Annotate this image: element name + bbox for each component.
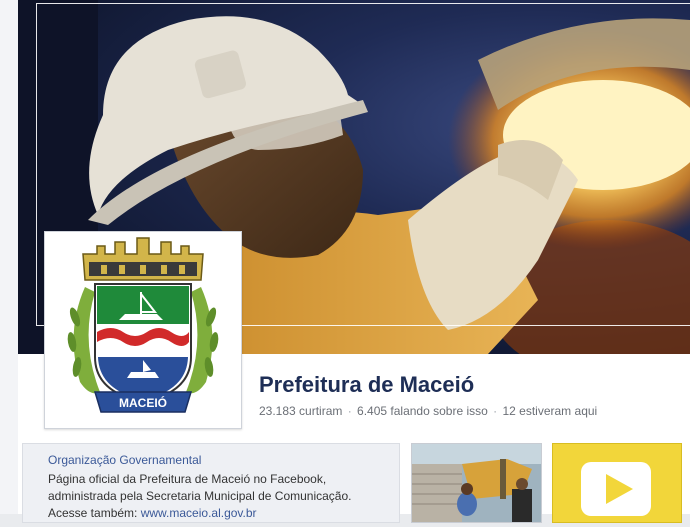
photos-preview-image xyxy=(412,444,541,522)
page-stats: 23.183 curtiram · 6.405 falando sobre is… xyxy=(259,404,597,418)
page-title[interactable]: Prefeitura de Maceió xyxy=(259,372,474,398)
page-description: Página oficial da Prefeitura de Maceió n… xyxy=(48,471,388,522)
profile-picture[interactable]: MACEIÓ xyxy=(44,231,242,429)
likes-count[interactable]: 23.183 curtiram xyxy=(259,404,342,418)
website-link[interactable]: www.maceio.al.gov.br xyxy=(141,506,257,520)
separator-dot: · xyxy=(344,404,356,418)
crest-ribbon-text: MACEIÓ xyxy=(119,395,167,410)
video-thumbnail[interactable] xyxy=(552,443,682,523)
website-prefix: Acesse também: xyxy=(48,506,138,520)
checkins-count[interactable]: 12 estiveram aqui xyxy=(502,404,597,418)
separator-dot: · xyxy=(489,404,501,418)
city-crest-logo: MACEIÓ xyxy=(67,237,219,413)
page-category[interactable]: Organização Governamental xyxy=(48,453,201,467)
play-icon xyxy=(581,462,651,516)
left-gutter xyxy=(0,0,19,514)
description-line: administrada pela Secretaria Municipal d… xyxy=(48,489,352,503)
talking-count[interactable]: 6.405 falando sobre isso xyxy=(357,404,488,418)
description-line: Página oficial da Prefeitura de Maceió n… xyxy=(48,472,327,486)
photos-thumbnail[interactable] xyxy=(411,443,542,523)
